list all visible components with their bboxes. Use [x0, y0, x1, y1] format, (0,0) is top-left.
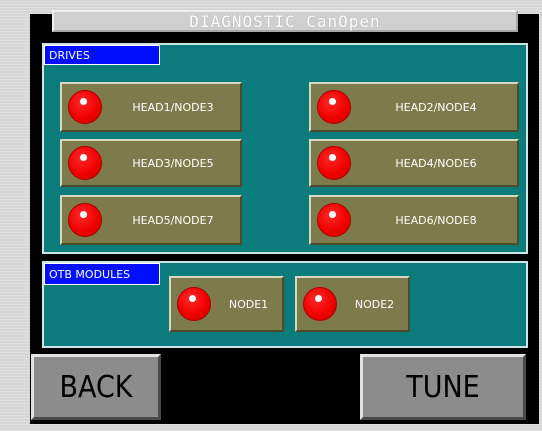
otb-modules-group-label: OTB MODULES: [44, 263, 160, 285]
status-led-icon: [317, 146, 351, 180]
status-led-icon: [317, 203, 351, 237]
otb-modules-group: OTB MODULES NODE1 NODE2: [42, 261, 528, 348]
status-led-icon: [68, 203, 102, 237]
otb-node-label: NODE2: [354, 297, 395, 311]
drive-node-label: HEAD2/NODE4: [395, 100, 477, 114]
drive-node-head6[interactable]: HEAD6/NODE8: [309, 195, 519, 245]
status-led-icon: [68, 90, 102, 124]
status-led-icon: [177, 287, 211, 321]
drive-node-label: HEAD1/NODE3: [132, 100, 214, 114]
drive-node-label: HEAD3/NODE5: [132, 156, 214, 170]
drive-node-head4[interactable]: HEAD4/NODE6: [309, 139, 519, 187]
drive-node-label: HEAD6/NODE8: [395, 213, 477, 227]
status-led-icon: [68, 146, 102, 180]
status-led-icon: [317, 90, 351, 124]
drive-node-head5[interactable]: HEAD5/NODE7: [60, 195, 242, 245]
drives-group-label: DRIVES: [44, 45, 160, 65]
status-led-icon: [303, 287, 337, 321]
tune-button[interactable]: TUNE: [360, 354, 526, 420]
drive-node-head2[interactable]: HEAD2/NODE4: [309, 82, 519, 132]
otb-node-label: NODE1: [228, 297, 269, 311]
back-button[interactable]: BACK: [31, 354, 161, 420]
drive-node-label: HEAD5/NODE7: [132, 213, 214, 227]
otb-node-2[interactable]: NODE2: [295, 276, 410, 332]
drives-group: DRIVES HEAD1/NODE3 HEAD2/NODE4 HEAD3/NOD…: [42, 43, 528, 254]
drive-node-head1[interactable]: HEAD1/NODE3: [60, 82, 242, 132]
otb-node-1[interactable]: NODE1: [169, 276, 284, 332]
page-title: DIAGNOSTIC CanOpen: [52, 10, 518, 32]
drive-node-label: HEAD4/NODE6: [395, 156, 477, 170]
drive-node-head3[interactable]: HEAD3/NODE5: [60, 139, 242, 187]
